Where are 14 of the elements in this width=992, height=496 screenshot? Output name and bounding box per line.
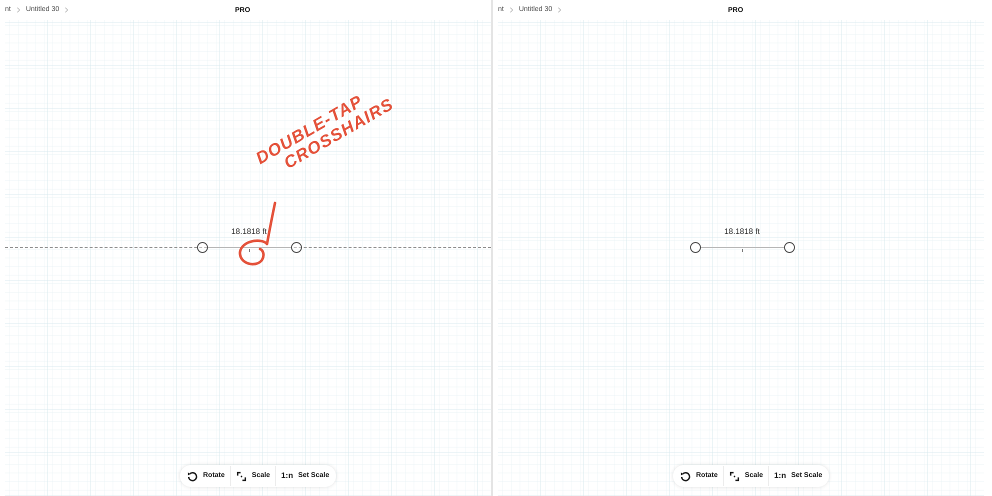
endpoint-handle[interactable] — [784, 242, 794, 252]
rotate-icon — [187, 470, 198, 482]
rotate-icon — [680, 470, 691, 482]
ratio-label: 1:n — [281, 470, 294, 482]
measurement-label: 18.1818 ft — [723, 228, 761, 236]
endpoint-handle[interactable] — [690, 242, 700, 252]
scale-icon — [236, 470, 247, 482]
chevron-icon — [14, 5, 22, 15]
chevron-icon — [508, 5, 515, 15]
measurement-label: 18.1818 ft — [230, 228, 268, 236]
ratio-label: 1:n — [774, 470, 786, 482]
endpoint-handle[interactable] — [290, 242, 302, 252]
endpoint-handle[interactable] — [196, 242, 208, 252]
scale-icon — [728, 470, 740, 482]
